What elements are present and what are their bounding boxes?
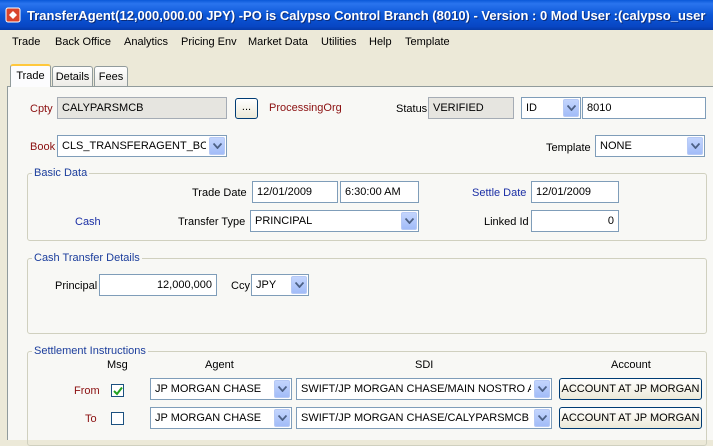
transfer-type-select[interactable]: PRINCIPAL [250, 210, 419, 232]
book-select[interactable]: CLS_TRANSFERAGENT_BOOK [57, 135, 227, 157]
account-column-header: Account [611, 359, 651, 371]
to-agent-value: JP MORGAN CHASE [155, 412, 262, 424]
cpty-field[interactable]: CALYPARSMCB [57, 97, 227, 119]
menu-pricing-env[interactable]: Pricing Env [181, 36, 237, 48]
id-type-value: ID [526, 102, 537, 114]
to-sdi-value: SWIFT/JP MORGAN CHASE/CALYPARSMCB CL... [301, 412, 531, 424]
tab-details[interactable]: Details [52, 66, 93, 87]
chevron-down-icon[interactable] [401, 212, 417, 230]
to-label: To [85, 413, 97, 425]
status-field: VERIFIED [428, 97, 514, 119]
cash-label[interactable]: Cash [75, 216, 101, 228]
to-msg-checkbox[interactable] [111, 412, 124, 425]
chevron-down-icon[interactable] [534, 409, 550, 427]
template-label: Template [546, 142, 591, 154]
sdi-column-header: SDI [415, 359, 434, 371]
basic-data-title: Basic Data [32, 167, 90, 179]
menu-help[interactable]: Help [369, 36, 392, 48]
settle-date-field[interactable]: 12/01/2009 [531, 181, 619, 203]
principal-label: Principal [55, 280, 98, 292]
settlement-title: Settlement Instructions [32, 345, 148, 357]
from-sdi-value: SWIFT/JP MORGAN CHASE/MAIN NOSTRO A... [301, 383, 531, 395]
from-sdi-select[interactable]: SWIFT/JP MORGAN CHASE/MAIN NOSTRO A... [296, 378, 552, 400]
agent-column-header: Agent [205, 359, 234, 371]
from-account-button[interactable]: ACCOUNT AT JP MORGAN [559, 378, 702, 400]
menu-back-office[interactable]: Back Office [55, 36, 111, 48]
to-account-button[interactable]: ACCOUNT AT JP MORGAN [559, 407, 702, 429]
ccy-select[interactable]: JPY [251, 274, 309, 296]
principal-field[interactable]: 12,000,000 [99, 274, 217, 296]
window-title: TransferAgent(12,000,000.00 JPY) -PO is … [27, 8, 706, 23]
to-sdi-select[interactable]: SWIFT/JP MORGAN CHASE/CALYPARSMCB CL... [296, 407, 552, 429]
window-title-bar[interactable]: TransferAgent(12,000,000.00 JPY) -PO is … [0, 0, 713, 30]
ccy-value: JPY [256, 279, 277, 291]
from-msg-checkbox[interactable] [111, 384, 124, 397]
menu-bar: Trade Back Office Analytics Pricing Env … [0, 30, 713, 54]
cash-transfer-title: Cash Transfer Details [32, 252, 142, 264]
book-label: Book [30, 141, 56, 153]
cpty-lookup-button[interactable]: ... [235, 98, 258, 119]
menu-template[interactable]: Template [405, 36, 450, 48]
app-icon [5, 7, 21, 23]
id-type-select[interactable]: ID [521, 97, 581, 119]
from-agent-value: JP MORGAN CHASE [155, 383, 262, 395]
processing-org-label: ProcessingOrg [269, 102, 342, 114]
menu-market-data[interactable]: Market Data [248, 36, 308, 48]
transfer-type-label: Transfer Type [178, 216, 246, 228]
settle-date-label[interactable]: Settle Date [472, 187, 526, 199]
from-label: From [74, 385, 100, 397]
id-value-field[interactable]: 8010 [582, 97, 706, 119]
ccy-label: Ccy [231, 280, 250, 292]
menu-analytics[interactable]: Analytics [124, 36, 168, 48]
chevron-down-icon[interactable] [209, 137, 225, 155]
book-value: CLS_TRANSFERAGENT_BOOK [62, 140, 206, 152]
trade-date-field[interactable]: 12/01/2009 [252, 181, 338, 203]
tab-fees[interactable]: Fees [94, 66, 128, 87]
chevron-down-icon[interactable] [687, 137, 703, 155]
chevron-down-icon[interactable] [291, 276, 307, 294]
transfer-type-value: PRINCIPAL [255, 215, 313, 227]
menu-utilities[interactable]: Utilities [321, 36, 356, 48]
template-select[interactable]: NONE [595, 135, 705, 157]
from-agent-select[interactable]: JP MORGAN CHASE [150, 378, 292, 400]
chevron-down-icon[interactable] [274, 409, 290, 427]
linked-id-field[interactable]: 0 [531, 210, 619, 232]
menu-trade[interactable]: Trade [12, 36, 40, 48]
cpty-label: Cpty [30, 103, 53, 115]
linked-id-label: Linked Id [484, 216, 529, 228]
chevron-down-icon[interactable] [534, 380, 550, 398]
trade-time-field[interactable]: 6:30:00 AM [340, 181, 419, 203]
cash-transfer-group [27, 258, 707, 334]
trade-date-label: Trade Date [192, 187, 247, 199]
msg-column-header: Msg [107, 359, 128, 371]
tab-trade[interactable]: Trade [10, 64, 51, 87]
checkmark-icon [113, 386, 123, 396]
template-value: NONE [600, 140, 632, 152]
chevron-down-icon[interactable] [274, 380, 290, 398]
chevron-down-icon[interactable] [563, 99, 579, 117]
status-label: Status [396, 103, 428, 115]
to-agent-select[interactable]: JP MORGAN CHASE [150, 407, 292, 429]
